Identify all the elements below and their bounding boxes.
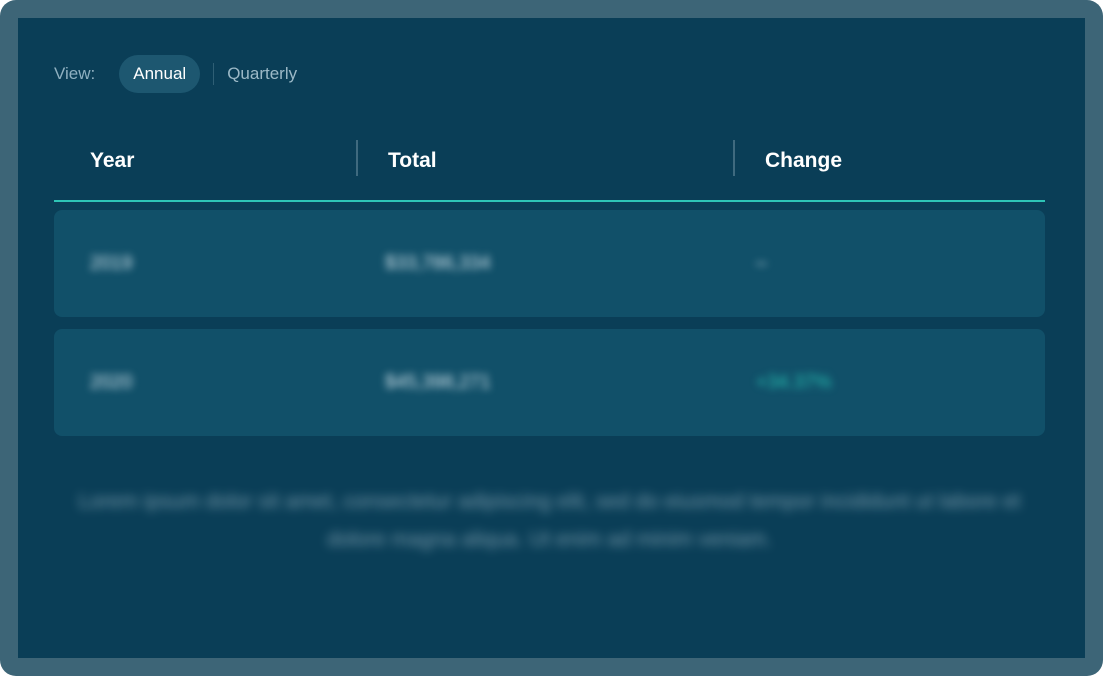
cell-change: +34.37%: [756, 372, 832, 393]
footnote-text: Lorem ipsum dolor sit amet, consectetur …: [78, 490, 1021, 551]
column-header-change[interactable]: Change: [765, 136, 842, 198]
column-divider: [733, 140, 735, 176]
widget-frame: View: Annual Quarterly Year Total Change…: [0, 0, 1103, 676]
view-option-quarterly[interactable]: Quarterly: [227, 64, 297, 84]
cell-year: 2019: [90, 253, 133, 274]
view-toggle: View: Annual Quarterly: [54, 55, 297, 93]
cell-year: 2020: [90, 372, 133, 393]
column-divider: [356, 140, 358, 176]
data-panel: View: Annual Quarterly Year Total Change…: [18, 18, 1085, 658]
table-row: 2020 $45,398,271 +34.37%: [54, 329, 1045, 436]
view-label: View:: [54, 64, 96, 83]
table-header: Year Total Change: [54, 136, 1045, 202]
column-header-total[interactable]: Total: [388, 136, 437, 198]
cell-total: $33,786,334: [385, 253, 491, 274]
cell-total: $45,398,271: [385, 372, 491, 393]
view-option-annual[interactable]: Annual: [119, 55, 201, 93]
view-divider: [213, 63, 215, 85]
cell-change: –: [756, 253, 767, 274]
table-row: 2019 $33,786,334 –: [54, 210, 1045, 317]
column-header-year[interactable]: Year: [90, 136, 134, 198]
